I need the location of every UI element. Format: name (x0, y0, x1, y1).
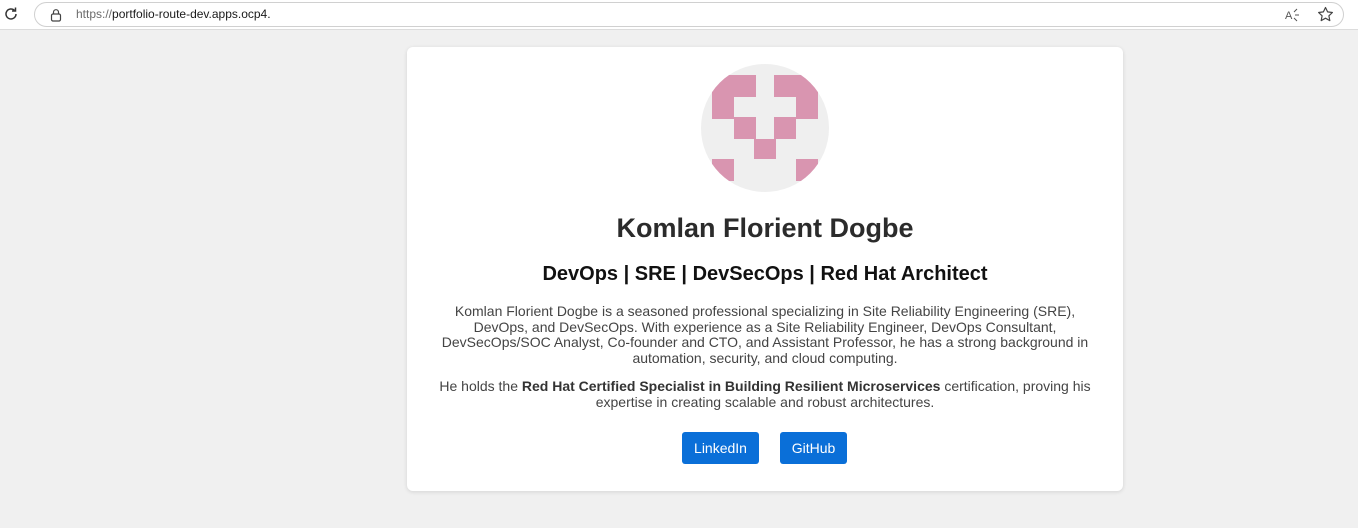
lock-icon[interactable] (49, 8, 63, 22)
reload-icon[interactable] (3, 6, 19, 22)
url-text: https://portfolio-route-dev.apps.ocp4. (76, 7, 271, 21)
certification-text: He holds the Red Hat Certified Specialis… (431, 378, 1099, 410)
profile-headline: DevOps | SRE | DevSecOps | Red Hat Archi… (542, 263, 988, 285)
profile-name: Komlan Florient Dogbe (616, 213, 914, 243)
profile-card: Komlan Florient Dogbe DevOps | SRE | Dev… (407, 47, 1123, 491)
url-host: portfolio-route-dev.apps.ocp4. (112, 7, 271, 21)
address-bar[interactable]: https://portfolio-route-dev.apps.ocp4. A (34, 2, 1344, 27)
identicon-image (712, 75, 818, 181)
linkedin-button[interactable]: LinkedIn (682, 432, 759, 464)
url-scheme: https:// (76, 7, 113, 21)
cert-prefix: He holds the (439, 378, 522, 394)
read-aloud-icon[interactable]: A (1284, 7, 1300, 23)
cert-name: Red Hat Certified Specialist in Building… (521, 378, 941, 394)
svg-text:A: A (1285, 10, 1293, 22)
github-button[interactable]: GitHub (780, 432, 847, 464)
browser-toolbar: https://portfolio-route-dev.apps.ocp4. A (0, 0, 1358, 30)
favorite-star-icon[interactable] (1317, 6, 1334, 23)
profile-bio: Komlan Florient Dogbe is a seasoned prof… (441, 303, 1089, 366)
avatar (701, 64, 829, 192)
